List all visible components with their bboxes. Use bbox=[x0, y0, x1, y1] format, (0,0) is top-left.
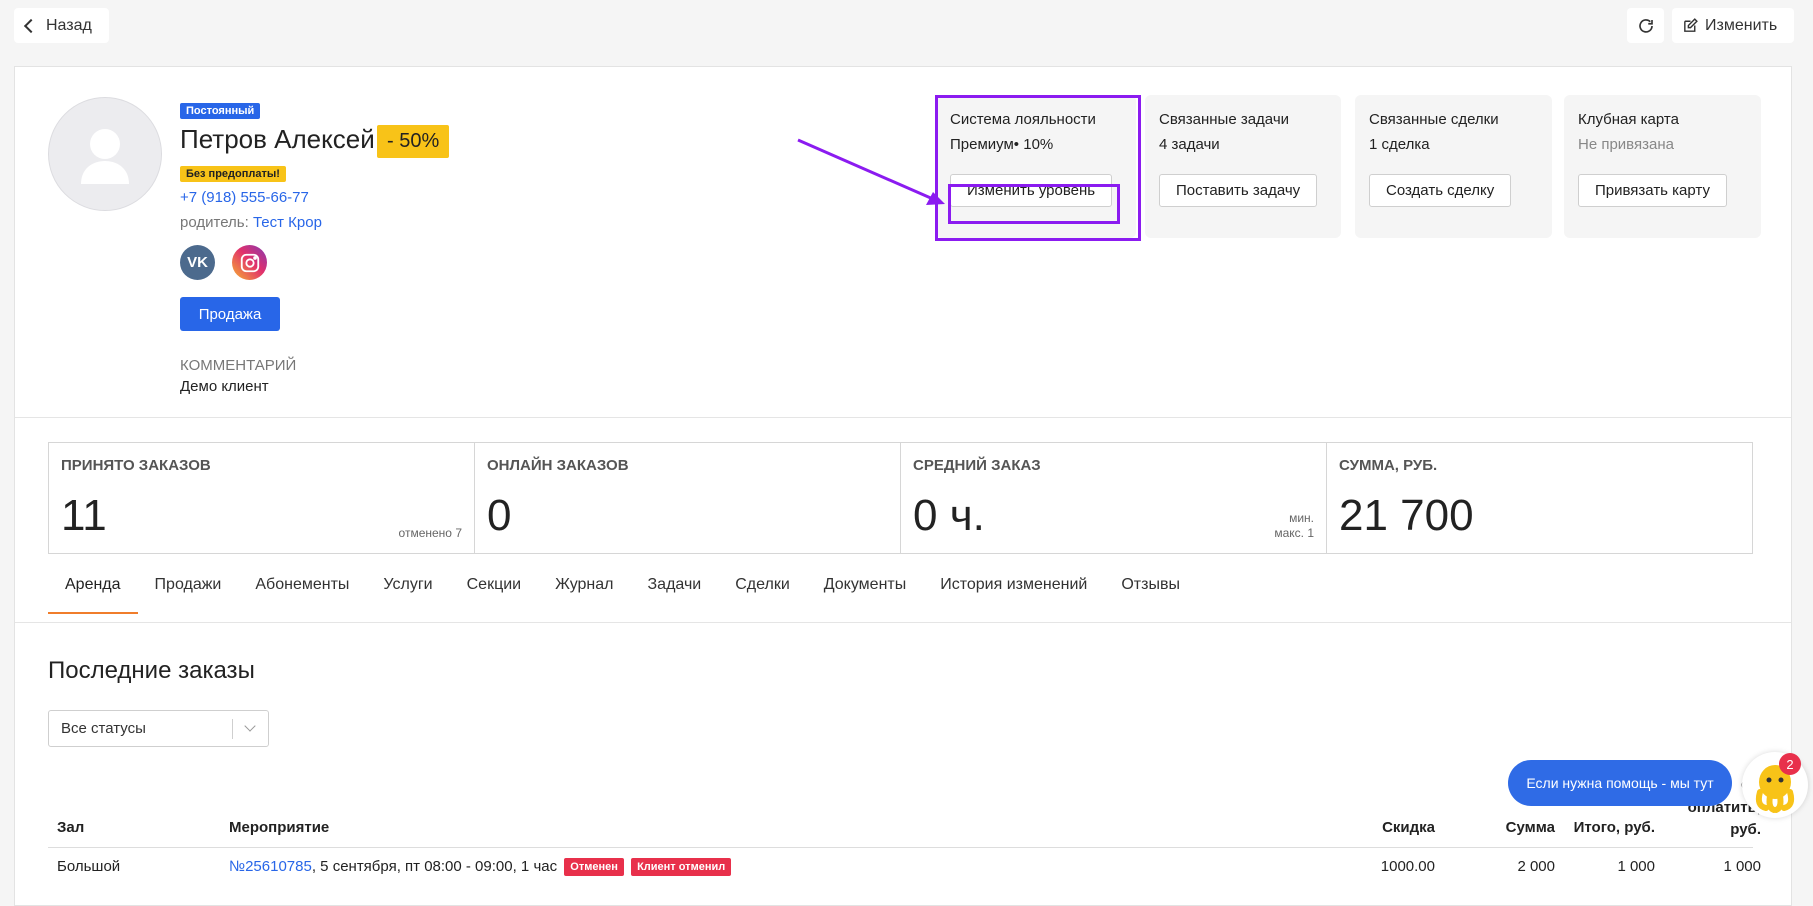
tab-deals[interactable]: Сделки bbox=[718, 574, 807, 614]
divider bbox=[15, 417, 1791, 418]
row-discount: 1000.00 bbox=[1380, 858, 1435, 875]
back-label: Назад bbox=[46, 16, 92, 34]
stat-accepted-label: ПРИНЯТО ЗАКАЗОВ bbox=[61, 457, 211, 474]
row-event: №25610785, 5 сентября, пт 08:00 - 09:00,… bbox=[229, 858, 732, 876]
comment-label: КОММЕНТАРИЙ bbox=[180, 357, 297, 374]
user-placeholder-icon bbox=[81, 129, 129, 184]
edit-icon bbox=[1684, 18, 1698, 32]
col-hall: Зал bbox=[57, 819, 85, 836]
tab-history[interactable]: История изменений bbox=[923, 574, 1104, 614]
stat-accepted: ПРИНЯТО ЗАКАЗОВ 11 отменено 7 bbox=[49, 443, 475, 553]
select-separator bbox=[232, 719, 233, 739]
orders-title: Последние заказы bbox=[48, 657, 255, 684]
parent-label: родитель: bbox=[180, 214, 249, 231]
loyalty-card: Система лояльности Премиум• 10% Изменить… bbox=[936, 95, 1136, 238]
tasks-card: Связанные задачи 4 задачи Поставить зада… bbox=[1145, 95, 1341, 238]
table-header-divider bbox=[48, 847, 1753, 848]
edit-label: Изменить bbox=[1705, 16, 1778, 34]
deals-title: Связанные сделки bbox=[1369, 111, 1499, 128]
annotation-arrow-icon bbox=[797, 138, 945, 205]
status-badge: Постоянный bbox=[180, 103, 261, 119]
row-total: 1 000 bbox=[1617, 858, 1655, 875]
stat-average-sub: мин. макс. 1 bbox=[1274, 511, 1314, 541]
tab-services[interactable]: Услуги bbox=[366, 574, 449, 614]
stat-average: СРЕДНИЙ ЗАКАЗ 0 ч. мин. макс. 1 bbox=[901, 443, 1327, 553]
comment-text: Демо клиент bbox=[180, 378, 269, 395]
edit-button[interactable]: Изменить bbox=[1672, 8, 1794, 43]
col-event: Мероприятие bbox=[229, 819, 330, 836]
stat-online-label: ОНЛАЙН ЗАКАЗОВ bbox=[487, 457, 629, 474]
order-link[interactable]: №25610785 bbox=[229, 858, 312, 875]
notification-badge: 2 bbox=[1779, 753, 1801, 775]
tabs-divider bbox=[15, 622, 1791, 623]
tab-sections[interactable]: Секции bbox=[450, 574, 539, 614]
stat-accepted-value: 11 bbox=[61, 491, 107, 540]
link-card-button[interactable]: Привязать карту bbox=[1578, 174, 1727, 207]
add-task-button[interactable]: Поставить задачу bbox=[1159, 174, 1318, 207]
stat-online-value: 0 bbox=[487, 491, 512, 540]
tab-bar: Аренда Продажи Абонементы Услуги Секции … bbox=[48, 574, 1197, 614]
tab-reviews[interactable]: Отзывы bbox=[1104, 574, 1197, 614]
prepay-badge: Без предоплаты! bbox=[180, 166, 286, 182]
row-hall: Большой bbox=[57, 858, 121, 875]
stats-panel: ПРИНЯТО ЗАКАЗОВ 11 отменено 7 ОНЛАЙН ЗАК… bbox=[48, 442, 1753, 554]
stat-average-max: макс. 1 bbox=[1274, 526, 1314, 540]
status-tag-cancelled: Отменен bbox=[564, 858, 624, 876]
deals-value: 1 сделка bbox=[1369, 136, 1430, 153]
parent-link[interactable]: Тест Крор bbox=[253, 214, 322, 231]
status-filter-select[interactable]: Все статусы bbox=[48, 710, 269, 747]
chevron-down-icon bbox=[244, 720, 256, 732]
parent-row: родитель: Тест Крор bbox=[180, 214, 322, 231]
stat-sum-label: СУММА, РУБ. bbox=[1339, 457, 1438, 474]
client-name: Петров Алексей bbox=[180, 124, 375, 154]
change-level-button[interactable]: Изменить уровень bbox=[950, 174, 1113, 207]
chevron-left-icon bbox=[23, 18, 39, 33]
tab-sales[interactable]: Продажи bbox=[138, 574, 239, 614]
stat-average-label: СРЕДНИЙ ЗАКАЗ bbox=[913, 457, 1041, 474]
event-text: , 5 сентября, пт 08:00 - 09:00, 1 час bbox=[311, 858, 558, 875]
tab-documents[interactable]: Документы bbox=[807, 574, 923, 614]
help-bubble[interactable]: Если нужна помощь - мы тут bbox=[1508, 760, 1732, 806]
loyalty-title: Система лояльности bbox=[950, 111, 1096, 128]
discount-badge: - 50% bbox=[377, 125, 450, 158]
tasks-value: 4 задачи bbox=[1159, 136, 1220, 153]
club-title: Клубная карта bbox=[1578, 111, 1679, 128]
deals-card: Связанные сделки 1 сделка Создать сделку bbox=[1355, 95, 1552, 238]
loyalty-value: Премиум• 10% bbox=[950, 136, 1054, 153]
vk-icon[interactable]: VK bbox=[180, 245, 215, 280]
refresh-icon bbox=[1638, 18, 1653, 33]
row-sum: 2 000 bbox=[1517, 858, 1555, 875]
col-sum: Сумма bbox=[1505, 819, 1555, 836]
club-card: Клубная карта Не привязана Привязать кар… bbox=[1564, 95, 1761, 238]
stat-online: ОНЛАЙН ЗАКАЗОВ 0 bbox=[475, 443, 901, 553]
status-tag-client-cancelled: Клиент отменил bbox=[631, 858, 732, 876]
tab-subscriptions[interactable]: Абонементы bbox=[238, 574, 366, 614]
stat-average-min: мин. bbox=[1289, 511, 1314, 525]
stat-sum: СУММА, РУБ. 21 700 bbox=[1327, 443, 1752, 553]
instagram-icon[interactable] bbox=[232, 245, 267, 280]
tab-journal[interactable]: Журнал bbox=[538, 574, 630, 614]
phone-link[interactable]: +7 (918) 555-66-77 bbox=[180, 189, 309, 206]
row-topay: 1 000 bbox=[1723, 858, 1761, 875]
create-deal-button[interactable]: Создать сделку bbox=[1369, 174, 1512, 207]
tab-tasks[interactable]: Задачи bbox=[631, 574, 719, 614]
col-total: Итого, руб. bbox=[1573, 819, 1655, 836]
col-discount: Скидка bbox=[1382, 819, 1435, 836]
tab-rent[interactable]: Аренда bbox=[48, 574, 138, 614]
stat-sum-value: 21 700 bbox=[1339, 491, 1474, 540]
refresh-button[interactable] bbox=[1627, 8, 1664, 43]
status-filter-value: Все статусы bbox=[61, 720, 146, 737]
stat-average-value: 0 ч. bbox=[913, 491, 985, 540]
avatar bbox=[48, 97, 162, 211]
sale-button[interactable]: Продажа bbox=[180, 297, 280, 331]
back-button[interactable]: Назад bbox=[14, 8, 109, 43]
stat-accepted-sub: отменено 7 bbox=[398, 526, 462, 540]
club-value: Не привязана bbox=[1578, 136, 1674, 153]
tasks-title: Связанные задачи bbox=[1159, 111, 1290, 128]
